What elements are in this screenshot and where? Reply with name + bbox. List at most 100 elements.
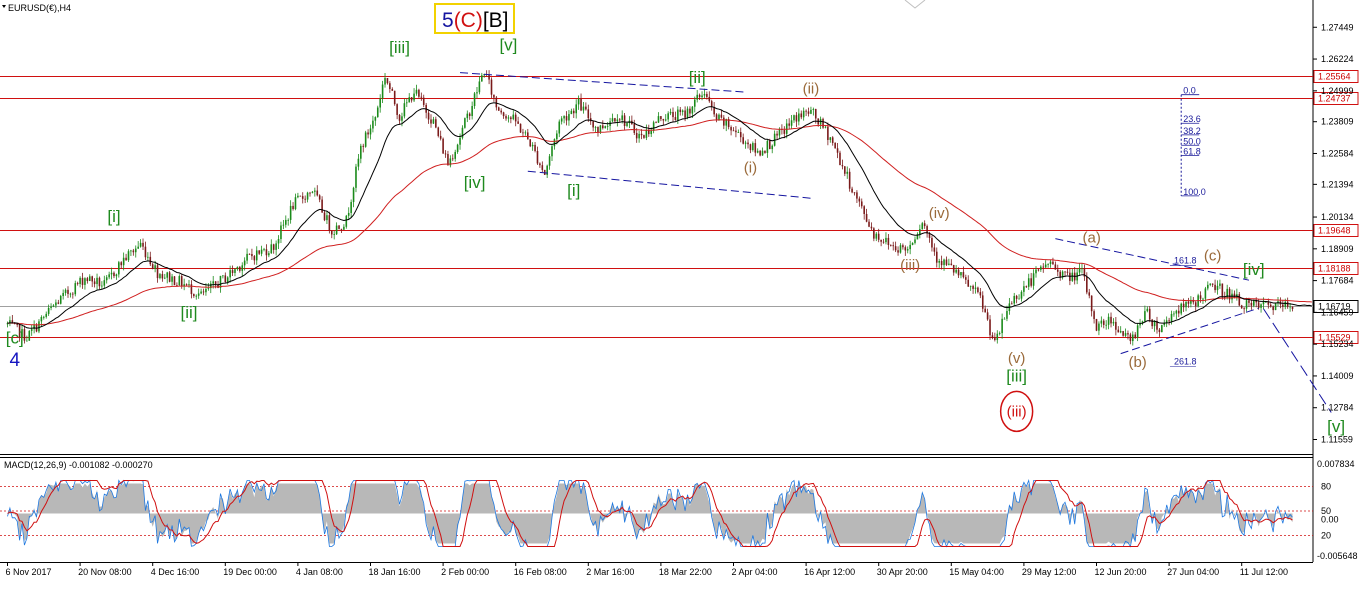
candle-body — [1262, 301, 1265, 305]
candle-body — [1253, 300, 1255, 306]
fib-label-5: 100.0 — [1183, 187, 1206, 197]
candle-body — [265, 249, 268, 256]
candle-body — [125, 257, 127, 261]
candle-body — [846, 171, 849, 174]
candle-body — [478, 81, 481, 93]
candle-body — [243, 260, 246, 266]
candle-body — [957, 269, 960, 276]
candle-body — [188, 284, 190, 286]
candle-body — [1071, 272, 1074, 281]
candle-body — [1248, 300, 1250, 303]
candle-body — [1238, 294, 1241, 306]
chart-title: EURUSD(€),H4 — [8, 3, 71, 13]
candle-body — [829, 137, 832, 140]
y-tick-label-3: 1.23809 — [1321, 117, 1354, 127]
candle-body — [352, 187, 355, 203]
candle-body — [420, 96, 423, 98]
candle-body — [788, 123, 790, 126]
fib-extra-label-0: 161.8 — [1174, 255, 1197, 265]
candle-body — [1134, 334, 1137, 338]
candle-body — [522, 132, 524, 134]
candle-body — [357, 158, 360, 167]
candle-body — [790, 120, 793, 126]
candle-body — [59, 296, 62, 304]
candle-body — [57, 302, 60, 304]
candle-body — [171, 276, 173, 282]
candle-body — [389, 83, 391, 89]
wave-label-10: (ii) — [803, 80, 820, 97]
candle-body — [1214, 284, 1216, 291]
candle-body — [764, 150, 766, 153]
candle-body — [539, 163, 541, 166]
fib-label-2: 38.2 — [1183, 126, 1201, 136]
candle-body — [105, 277, 108, 281]
candle-body — [471, 106, 473, 116]
candle-body — [599, 125, 602, 133]
candle-body — [195, 295, 198, 297]
candle-body — [965, 277, 967, 280]
candle-body — [1011, 303, 1013, 305]
candle-body — [698, 94, 701, 98]
candle-body — [580, 98, 582, 111]
candle-body — [459, 137, 461, 145]
candle-body — [940, 261, 943, 266]
candle-body — [299, 195, 302, 197]
candle-body — [345, 215, 348, 227]
candle-body — [1269, 304, 1272, 307]
candle-body — [40, 317, 43, 322]
candle-body — [1088, 292, 1091, 296]
candle-body — [679, 109, 682, 113]
macd-tick-label-3: 20 — [1321, 531, 1331, 541]
candle-body — [454, 151, 456, 159]
candle-body — [33, 325, 35, 330]
candle-body — [292, 205, 294, 210]
candle-body — [1204, 288, 1207, 299]
candle-body — [422, 97, 425, 105]
candle-body — [536, 150, 539, 164]
candle-body — [127, 251, 130, 261]
wave-label-8: [ii] — [689, 68, 706, 87]
x-tick-label-8: 2 Mar 16:00 — [586, 567, 634, 577]
candle-body — [1274, 303, 1277, 311]
candle-body — [1025, 286, 1028, 288]
candle-body — [1054, 264, 1057, 270]
candle-body — [527, 132, 529, 140]
candle-body — [161, 274, 164, 279]
candle-body — [568, 114, 570, 121]
fib-label-1: 23.6 — [1183, 114, 1201, 124]
candle-body — [108, 274, 110, 278]
candle-body — [137, 246, 139, 249]
candle-body — [432, 119, 435, 124]
candle-body — [258, 250, 260, 254]
candle-body — [948, 263, 950, 265]
candle-body — [756, 150, 759, 153]
candle-body — [205, 288, 207, 293]
candle-body — [130, 250, 132, 252]
y-tick-label-9: 1.16459 — [1321, 307, 1354, 317]
candle-body — [899, 245, 902, 253]
candle-body — [309, 192, 311, 194]
candle-body — [563, 116, 565, 119]
candle-body — [856, 192, 858, 199]
candle-body — [553, 139, 556, 147]
candle-body — [662, 119, 665, 121]
candle-body — [173, 276, 176, 286]
candle-body — [328, 215, 331, 231]
candle-body — [640, 133, 643, 136]
main-wave-num: 5 — [442, 9, 454, 32]
candle-body — [1066, 271, 1069, 273]
candle-body — [984, 308, 986, 313]
candle-body — [626, 123, 628, 127]
candle-body — [931, 237, 933, 248]
x-tick-label-15: 12 Jun 20:00 — [1095, 567, 1147, 577]
candle-body — [200, 291, 202, 294]
candle-body — [960, 272, 962, 276]
candle-body — [239, 266, 241, 271]
candle-body — [844, 166, 846, 174]
circled-wave-label: (iii) — [1007, 403, 1027, 420]
candle-body — [401, 116, 403, 121]
candle-body — [304, 198, 306, 200]
candle-body — [367, 132, 369, 135]
x-tick-label-7: 16 Feb 08:00 — [514, 567, 567, 577]
candle-body — [1110, 316, 1112, 324]
